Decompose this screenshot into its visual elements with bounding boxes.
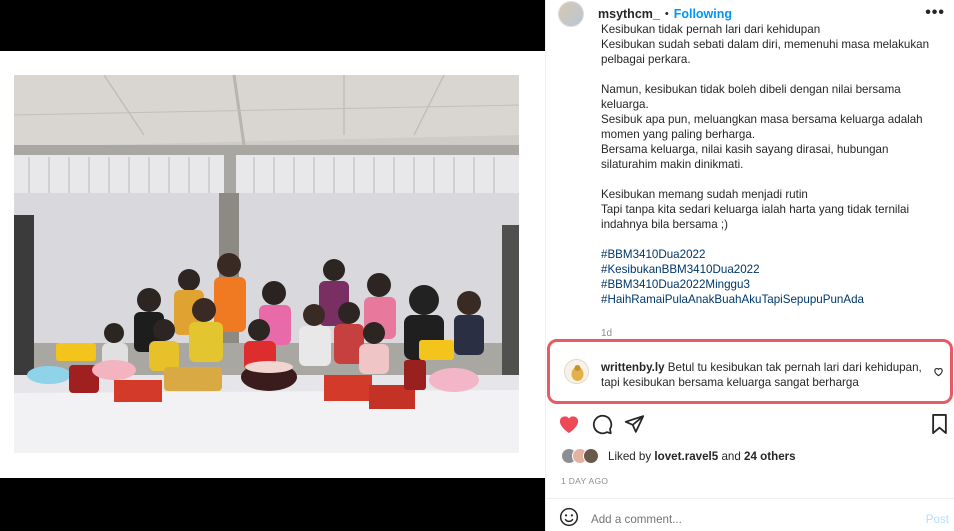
likes-prefix: Liked by [608,449,652,463]
media-frame [0,51,545,478]
caption-line: Kesibukan tidak pernah lari dari kehidup… [601,23,821,36]
add-comment-input[interactable] [591,512,891,526]
caption-paragraph: Kesibukan tidak pernah lari dari kehidup… [601,22,946,67]
smiley-icon[interactable] [559,507,579,531]
first-liker-link[interactable]: lovet.ravel5 [654,450,718,463]
hashtag-list: #BBM3410Dua2022 #KesibukanBBM3410Dua2022… [601,247,946,307]
instagram-post-view: msythcm_ • Following ••• Kesibukan tidak… [0,0,954,531]
hashtag-link[interactable]: #KesibukanBBM3410Dua2022 [601,262,946,277]
likes-text: Liked by lovet.ravel5 and 24 others [608,450,796,463]
comment-body: writtenby.ly Betul tu kesibukan tak pern… [601,360,931,390]
author-avatar[interactable] [558,1,584,27]
caption-line: Sesibuk apa pun, meluangkan masa bersama… [601,113,923,141]
more-options-icon[interactable]: ••• [925,4,945,22]
commenter-username[interactable]: writtenby.ly [601,361,665,374]
heart-icon[interactable] [558,414,580,439]
likes-connector: and [721,449,741,463]
post-photo[interactable] [14,75,519,453]
liker-avatar[interactable] [583,448,599,464]
hashtag-link[interactable]: #BBM3410Dua2022Minggu3 [601,277,946,292]
media-area [0,0,545,531]
likes-others-link[interactable]: 24 others [744,450,796,463]
family-gathering-image [14,75,519,453]
caption-line: Tapi tanpa kita sedari keluarga ialah ha… [601,203,910,231]
highlighted-comment: writtenby.ly Betul tu kesibukan tak pern… [547,339,953,404]
post-caption: Kesibukan tidak pernah lari dari kehidup… [601,23,946,307]
caption-time: 1d [601,328,613,339]
caption-paragraph: Namun, kesibukan tidak boleh dibeli deng… [601,82,946,172]
following-button[interactable]: Following [674,7,732,21]
separator-dot: • [664,8,669,20]
action-bar [558,414,948,436]
post-details-panel: msythcm_ • Following ••• Kesibukan tidak… [545,0,954,531]
author-username[interactable]: msythcm_ [598,7,660,21]
comment-icon[interactable] [592,414,613,440]
paper-plane-icon[interactable] [624,414,645,439]
comment-like-heart-icon[interactable] [933,366,944,380]
likes-summary: Liked by lovet.ravel5 and 24 others [561,446,796,466]
caption-line: Bersama keluarga, nilai kasih sayang dir… [601,143,889,171]
caption-line: Namun, kesibukan tidak boleh dibeli deng… [601,83,901,111]
commenter-avatar[interactable] [564,359,589,384]
hashtag-link[interactable]: #HaihRamaiPulaAnakBuahAkuTapiSepupuPunAd… [601,292,946,307]
add-comment-row: Post [559,507,949,531]
hashtag-link[interactable]: #BBM3410Dua2022 [601,247,946,262]
commenter-avatar-image [565,360,588,383]
bookmark-icon[interactable] [931,414,948,439]
post-comment-button[interactable]: Post [926,513,949,526]
caption-paragraph: Kesibukan memang sudah menjadi rutin Tap… [601,187,946,232]
post-timestamp: 1 DAY AGO [561,476,609,486]
caption-line: Kesibukan memang sudah menjadi rutin [601,188,808,201]
divider [546,498,954,499]
caption-line: Kesibukan sudah sebati dalam diri, memen… [601,38,930,66]
